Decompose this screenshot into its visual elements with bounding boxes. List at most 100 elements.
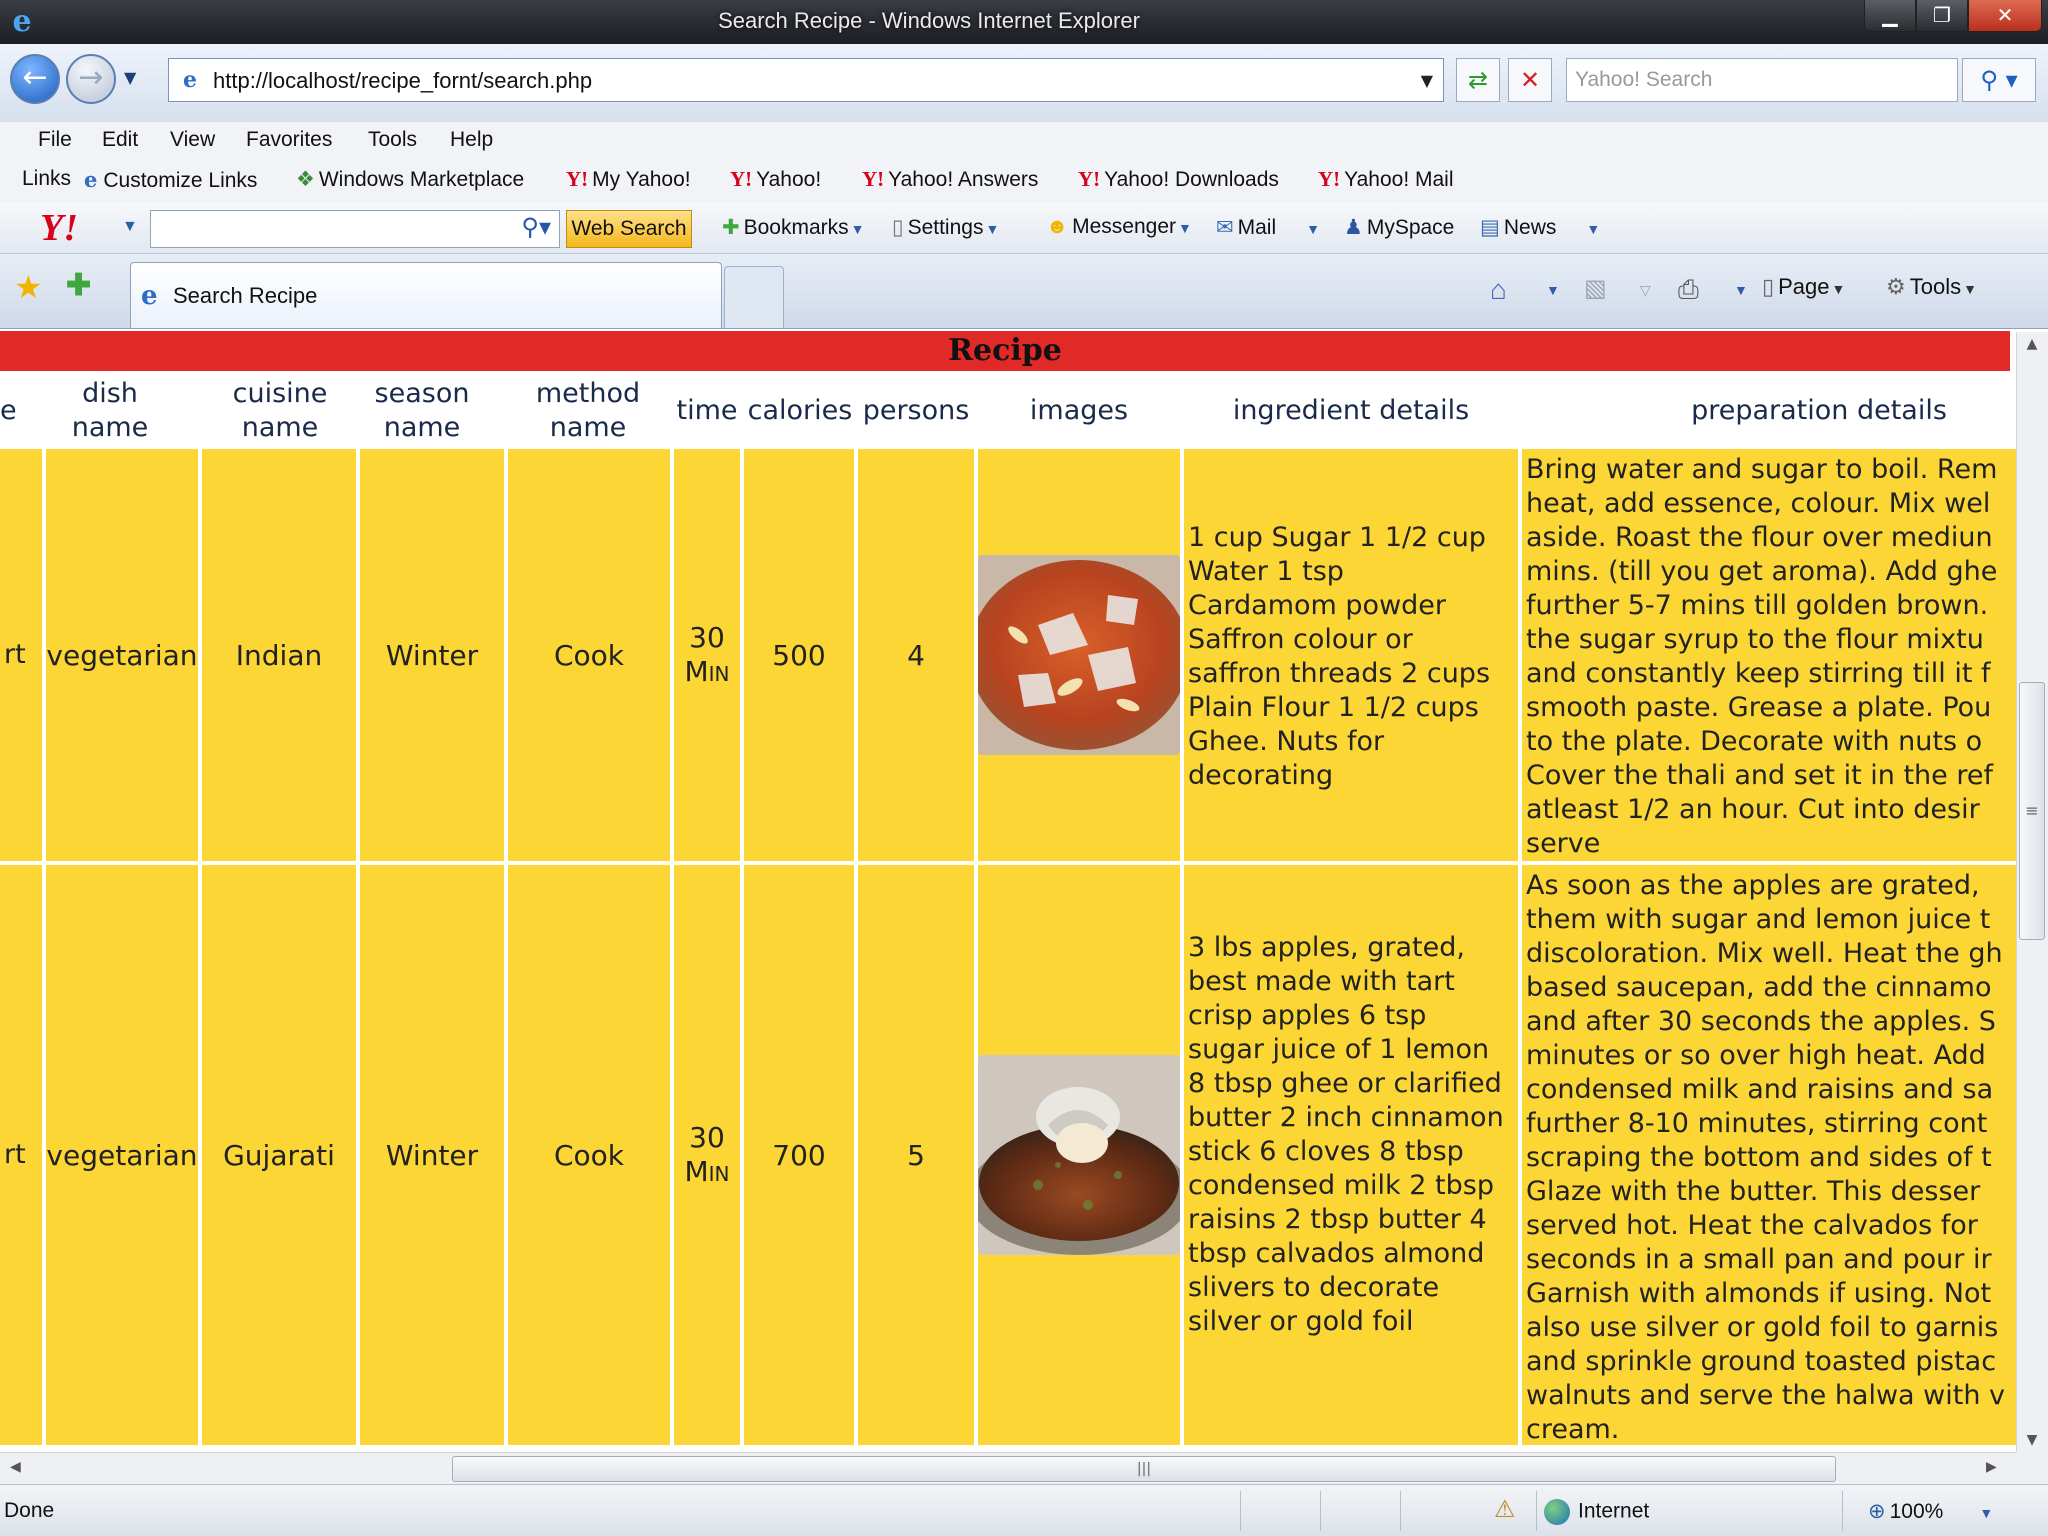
yahoo-logo-icon[interactable]: Y! [40,206,78,250]
feeds-dropdown-icon[interactable]: ▽ [1640,282,1651,299]
globe-icon [1544,1499,1570,1525]
favorites-star-icon[interactable]: ★ [14,268,43,306]
menu-favorites[interactable]: Favorites [246,128,332,152]
link-customize-links[interactable]: e Customize Links [84,167,257,193]
stop-button[interactable]: ✕ [1508,58,1552,102]
address-dropdown-icon[interactable]: ▼ [1421,71,1433,90]
preparation-line: discoloration. Mix well. Heat the gh [1526,938,2003,969]
link-windows-marketplace[interactable]: ❖ Windows Marketplace [296,167,524,192]
security-zone[interactable]: Internet [1544,1499,1649,1525]
search-input[interactable]: Yahoo! Search [1566,58,1958,102]
settings-button[interactable]: ▯ Settings ▼ [892,215,999,240]
ingredient-line: slivers to decorate [1188,1272,1440,1303]
halwa-dish-image [978,555,1180,755]
link-yahoo-downloads[interactable]: Y! Yahoo! Downloads [1078,167,1279,192]
preparation-line: minutes or so over high heat. Add [1526,1040,1986,1071]
menu-file[interactable]: File [38,128,72,152]
page-icon: ▯ [1762,274,1775,299]
row1-partial-cell: rt [0,449,42,861]
settings-icon: ▯ [892,216,904,239]
back-button[interactable]: ← [10,54,60,104]
scroll-right-icon[interactable]: ▶ [1986,1459,1997,1475]
mail-button[interactable]: ✉ Mail ▼ [1216,215,1320,240]
row1-preparation-cell: Bring water and sugar to boil. Rem heat, … [1522,449,2016,861]
myspace-button[interactable]: ♟ MySpace [1344,215,1454,240]
print-icon[interactable]: ⎙ [1678,274,1699,306]
page-icon: e [183,67,197,93]
feeds-icon[interactable]: ▧ [1584,274,1607,303]
row1-method-cell: Cook [508,449,670,861]
zoom-level[interactable]: ⊕ 100% ▼ [1868,1499,1993,1524]
home-dropdown-icon[interactable]: ▼ [1546,282,1560,298]
links-bar: Links e Customize Links ❖ Windows Marketpl… [0,158,2048,202]
ingredient-line: best made with tart [1188,966,1455,997]
column-header-method-name: method name [535,378,641,443]
add-favorite-icon[interactable]: ✚ [66,268,91,303]
column-header-partial: e [0,395,17,426]
row1-season-cell: Winter [360,449,504,861]
preparation-line: condensed milk and raisins and sa [1526,1074,1994,1105]
home-icon[interactable]: ⌂ [1490,274,1507,306]
link-my-yahoo[interactable]: Y! My Yahoo! [566,167,691,192]
scroll-up-icon[interactable]: ▲ [2017,336,2047,352]
refresh-button[interactable]: ⇄ [1456,58,1500,102]
bookmarks-button[interactable]: ✚ Bookmarks ▼ [722,215,865,240]
title-bar: e Search Recipe - Windows Internet Explo… [0,0,2048,44]
menu-view[interactable]: View [170,128,215,152]
horizontal-scroll-thumb[interactable]: ||| [452,1456,1836,1482]
marketplace-icon: ❖ [296,168,315,191]
column-header-time: time [676,395,738,426]
row1-time-cell: 30 Min [674,449,740,861]
print-dropdown-icon[interactable]: ▼ [1734,282,1748,298]
row2-calories-cell: 700 [744,865,854,1445]
vertical-scrollbar[interactable]: ▲ ≡ ▼ [2016,332,2048,1452]
row2-cuisine-cell: Gujarati [202,865,356,1445]
scroll-down-icon[interactable]: ▼ [2017,1432,2047,1448]
apple-halwa-image [978,1055,1180,1255]
dropdown-icon: ▼ [850,221,865,237]
magnifier-icon[interactable]: ⚲▾ [521,213,551,242]
status-separator [1536,1491,1537,1531]
tab-search-recipe[interactable]: e Search Recipe [130,262,722,328]
messenger-button[interactable]: ☻ Messenger ▼ [1046,215,1192,239]
dropdown-icon: ▼ [1306,221,1320,237]
scrollbar-corner [2016,1452,2048,1484]
scroll-left-icon[interactable]: ◀ [10,1459,21,1475]
column-header-dish-name: dish name [71,378,149,443]
status-separator [1240,1491,1241,1531]
ingredient-line: Plain Flour 1 1/2 cups [1188,692,1479,723]
web-search-button[interactable]: Web Search [566,210,692,248]
row2-ingredients-cell: 3 lbs apples, grated, best made with tart… [1184,865,1518,1445]
ingredient-line: 1 cup Sugar 1 1/2 cup [1188,522,1486,553]
news-button[interactable]: ▤ News ▼ [1480,215,1600,240]
yahoo-dropdown-icon[interactable]: ▼ [122,218,138,236]
history-dropdown-icon[interactable]: ▼ [124,68,136,87]
search-button[interactable]: ⚲ ▾ [1962,58,2036,102]
url-text[interactable]: http://localhost/recipe_fornt/search.php [213,68,592,94]
new-tab-button[interactable] [724,266,784,328]
menu-edit[interactable]: Edit [102,128,138,152]
restore-button[interactable]: ❐ [1916,0,1968,32]
horizontal-scrollbar[interactable]: ◀ ||| ▶ [0,1452,2016,1484]
forward-button[interactable]: → [66,54,116,104]
protected-mode-icon[interactable]: ⚠ [1494,1495,1516,1524]
menu-help[interactable]: Help [450,128,493,152]
page-menu[interactable]: ▯ Page ▼ [1762,274,1845,300]
link-yahoo[interactable]: Y! Yahoo! [730,167,821,192]
zoom-dropdown-icon: ▼ [1979,1505,1994,1521]
address-bar[interactable]: e http://localhost/recipe_fornt/search.p… [168,58,1444,102]
preparation-line: to the plate. Decorate with nuts o [1526,726,1983,757]
preparation-line: Glaze with the butter. This desser [1526,1176,1981,1207]
menu-tools[interactable]: Tools [368,128,417,152]
link-yahoo-answers[interactable]: Y! Yahoo! Answers [862,167,1038,192]
row2-dish-cell: vegetarian [46,865,198,1445]
news-icon: ▤ [1480,216,1500,239]
yahoo-search-input[interactable]: ⚲▾ [150,210,560,248]
link-yahoo-mail[interactable]: Y! Yahoo! Mail [1318,167,1454,192]
tools-menu[interactable]: ⚙ Tools ▼ [1886,274,1977,300]
minimize-button[interactable]: ▁ [1864,0,1916,32]
vertical-scroll-thumb[interactable]: ≡ [2019,682,2045,940]
close-button[interactable]: ✕ [1968,0,2042,32]
preparation-line: seconds in a small pan and pour ir [1526,1244,1992,1275]
preparation-line: also use silver or gold foil to garnis [1526,1312,1999,1343]
